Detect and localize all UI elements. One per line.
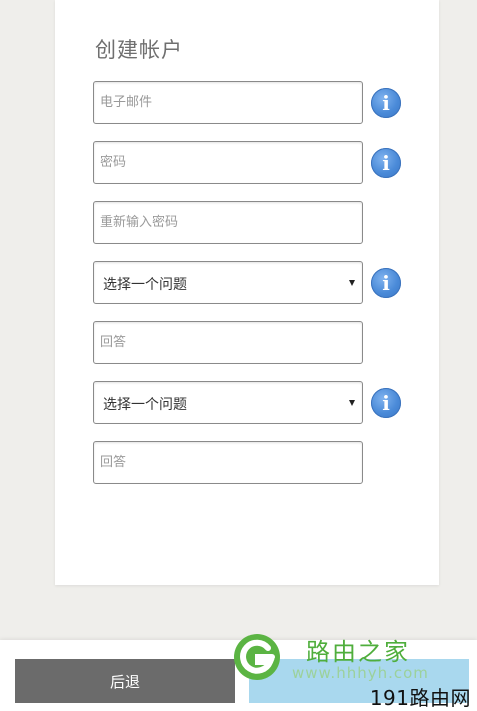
page-title: 创建帐户 (95, 38, 183, 62)
password-info-icon[interactable]: i (371, 148, 401, 178)
answer-2-field-box (93, 441, 363, 484)
create-account-card: 创建帐户 i i 选择一个问题 i 选择一个问题 i (55, 0, 439, 585)
password-field[interactable] (94, 142, 362, 183)
email-info-icon[interactable]: i (371, 88, 401, 118)
dropdown-caret-icon (349, 280, 355, 286)
security-question-2-select[interactable]: 选择一个问题 (93, 381, 363, 424)
next-button[interactable] (249, 659, 469, 703)
question-2-info-icon[interactable]: i (371, 388, 401, 418)
confirm-password-field[interactable] (94, 202, 362, 243)
answer-1-field[interactable] (94, 322, 362, 363)
email-field[interactable] (94, 82, 362, 123)
security-question-1-select[interactable]: 选择一个问题 (93, 261, 363, 304)
confirm-password-field-box (93, 201, 363, 244)
password-field-box (93, 141, 363, 184)
back-button[interactable]: 后退 (15, 659, 235, 703)
footer-bar: 后退 (0, 640, 477, 711)
answer-1-field-box (93, 321, 363, 364)
security-question-2-value: 选择一个问题 (103, 397, 187, 413)
security-question-1-value: 选择一个问题 (103, 277, 187, 293)
question-1-info-icon[interactable]: i (371, 268, 401, 298)
answer-2-field[interactable] (94, 442, 362, 483)
dropdown-caret-icon (349, 400, 355, 406)
email-field-box (93, 81, 363, 124)
